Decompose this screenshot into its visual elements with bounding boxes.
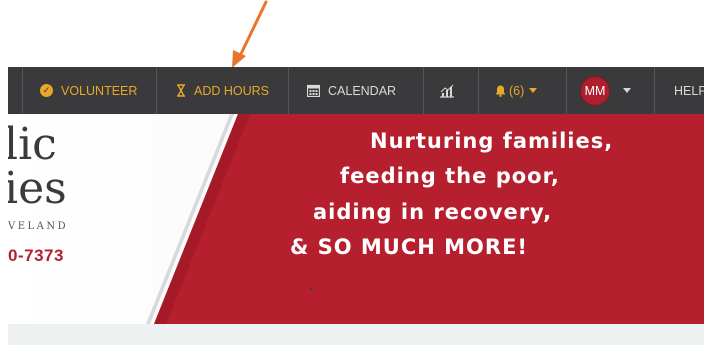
calendar-icon <box>307 84 320 97</box>
logo-text-line2: ies <box>8 163 67 214</box>
nav-divider <box>288 67 289 114</box>
logo-text-line1: lic <box>8 119 57 170</box>
nav-divider <box>478 67 479 114</box>
notifications-count: (6) <box>509 83 525 98</box>
add-hours-nav-item[interactable]: ADD HOURS <box>176 67 269 114</box>
nav-divider <box>654 67 655 114</box>
top-nav-bar: ✓ VOLUNTEER ADD HOURS CALENDAR (6) MM HE… <box>8 67 704 114</box>
phone-number: 0-7373 <box>8 246 64 265</box>
chart-icon <box>439 84 455 98</box>
content-strip <box>8 324 704 345</box>
hourglass-icon <box>176 84 186 97</box>
stray-dot <box>310 288 312 290</box>
chevron-down-icon <box>623 88 631 93</box>
nav-divider <box>566 67 567 114</box>
volunteer-nav-item[interactable]: ✓ VOLUNTEER <box>40 67 137 114</box>
user-menu[interactable]: MM <box>581 67 631 114</box>
avatar: MM <box>581 76 609 105</box>
chevron-down-icon <box>529 88 538 93</box>
tagline-line-3: aiding in recovery, <box>313 200 553 224</box>
nav-divider <box>423 67 424 114</box>
annotation-arrow <box>232 0 268 68</box>
volunteer-label: VOLUNTEER <box>61 83 138 98</box>
reports-nav-item[interactable] <box>439 67 463 114</box>
bell-icon <box>495 85 506 97</box>
tagline-line-2: feeding the poor, <box>340 164 560 188</box>
add-hours-label: ADD HOURS <box>194 83 270 98</box>
check-circle-icon: ✓ <box>40 84 53 97</box>
help-nav-item[interactable]: HELP <box>674 67 704 114</box>
help-label: HELP <box>674 83 704 98</box>
nav-divider <box>22 67 23 114</box>
tagline-line-4: & SO MUCH MORE! <box>290 235 529 259</box>
calendar-label: CALENDAR <box>328 83 397 98</box>
tagline-line-1: Nurturing families, <box>370 129 614 153</box>
logo-text-line3: VELAND <box>8 221 69 232</box>
notifications-nav-item[interactable]: (6) <box>495 67 538 114</box>
hero-banner: lic ies VELAND 0-7373 Nurturing families… <box>8 114 704 324</box>
calendar-nav-item[interactable]: CALENDAR <box>307 67 396 114</box>
nav-divider <box>156 67 157 114</box>
